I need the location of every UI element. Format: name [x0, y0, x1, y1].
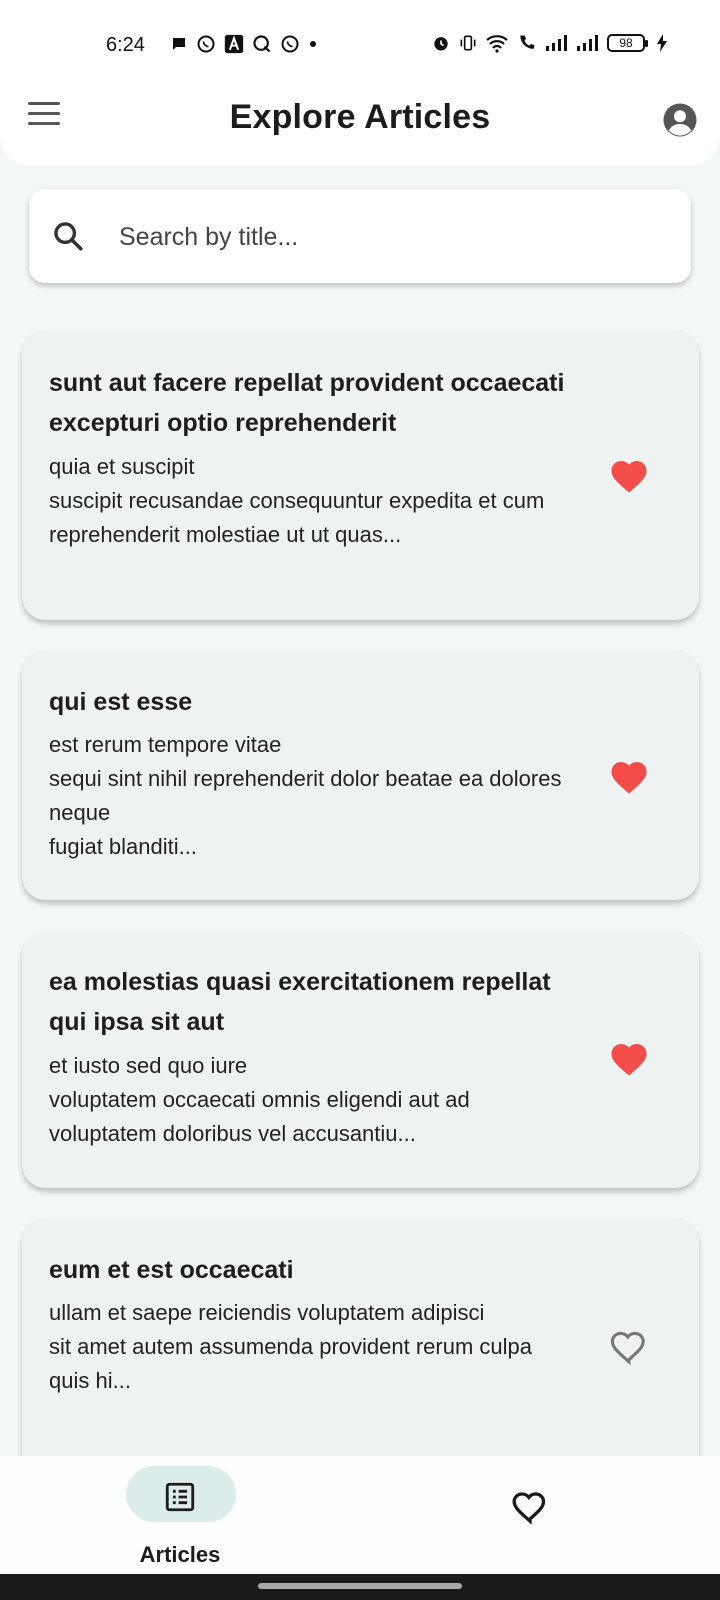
status-time: 6:24 — [106, 34, 145, 56]
article-body: quia et suscipit suscipit recusandae con… — [49, 454, 545, 547]
wifi-icon — [486, 35, 508, 53]
chat-bubble-icon — [173, 38, 185, 50]
dot-icon — [310, 41, 316, 47]
notification-icons — [170, 34, 318, 54]
alarm-icon — [434, 37, 448, 51]
signal-icon — [577, 35, 598, 51]
charging-icon — [657, 34, 667, 52]
whatsapp-icon — [197, 35, 215, 53]
article-title: ea molestias quasi exercitationem repell… — [49, 968, 551, 1036]
signal-icon — [546, 35, 567, 51]
article-card[interactable]: qui est esse est rerum tempore vitae seq… — [22, 650, 699, 900]
article-list-icon — [165, 1482, 195, 1512]
heart-filled-icon[interactable] — [608, 455, 650, 495]
gesture-handle[interactable] — [258, 1583, 462, 1589]
app-a-icon — [224, 34, 244, 54]
heart-outline-icon[interactable] — [510, 1486, 550, 1526]
article-card[interactable]: ea molestias quasi exercitationem repell… — [22, 932, 699, 1188]
article-title: qui est esse — [49, 688, 193, 716]
q-icon — [253, 35, 271, 53]
nav-articles-label: Articles — [139, 1542, 221, 1567]
article-card[interactable]: eum et est occaecati ullam et saepe reic… — [22, 1218, 699, 1478]
wifi-calling-icon — [520, 35, 535, 49]
page-title: Explore Articles — [229, 98, 491, 136]
search-input[interactable] — [117, 213, 661, 261]
article-title: sunt aut facere repellat provident occae… — [49, 369, 565, 437]
article-card[interactable]: sunt aut facere repellat provident occae… — [22, 330, 699, 620]
search-icon — [54, 222, 83, 251]
system-gesture-bar — [0, 1574, 720, 1600]
search-bar[interactable] — [29, 189, 691, 283]
article-title: eum et est occaecati — [49, 1256, 294, 1284]
battery-icon: 98 — [607, 34, 648, 52]
article-body: est rerum tempore vitae sequi sint nihil… — [49, 732, 562, 859]
bottom-navigation: Articles — [0, 1456, 720, 1574]
vibrate-icon — [460, 35, 476, 51]
system-icons: 98 — [431, 33, 668, 53]
whatsapp-icon — [281, 35, 299, 53]
heart-filled-icon[interactable] — [608, 1038, 650, 1078]
nav-articles-tab[interactable]: Articles — [110, 1466, 250, 1567]
heart-filled-icon[interactable] — [608, 756, 650, 796]
account-circle-icon[interactable] — [662, 102, 698, 138]
heart-outline-icon[interactable] — [608, 1326, 650, 1366]
app-bar: Explore Articles — [0, 60, 720, 166]
article-body: et iusto sed quo iure voluptatem occaeca… — [49, 1053, 470, 1146]
article-body: ullam et saepe reiciendis voluptatem adi… — [49, 1300, 533, 1393]
